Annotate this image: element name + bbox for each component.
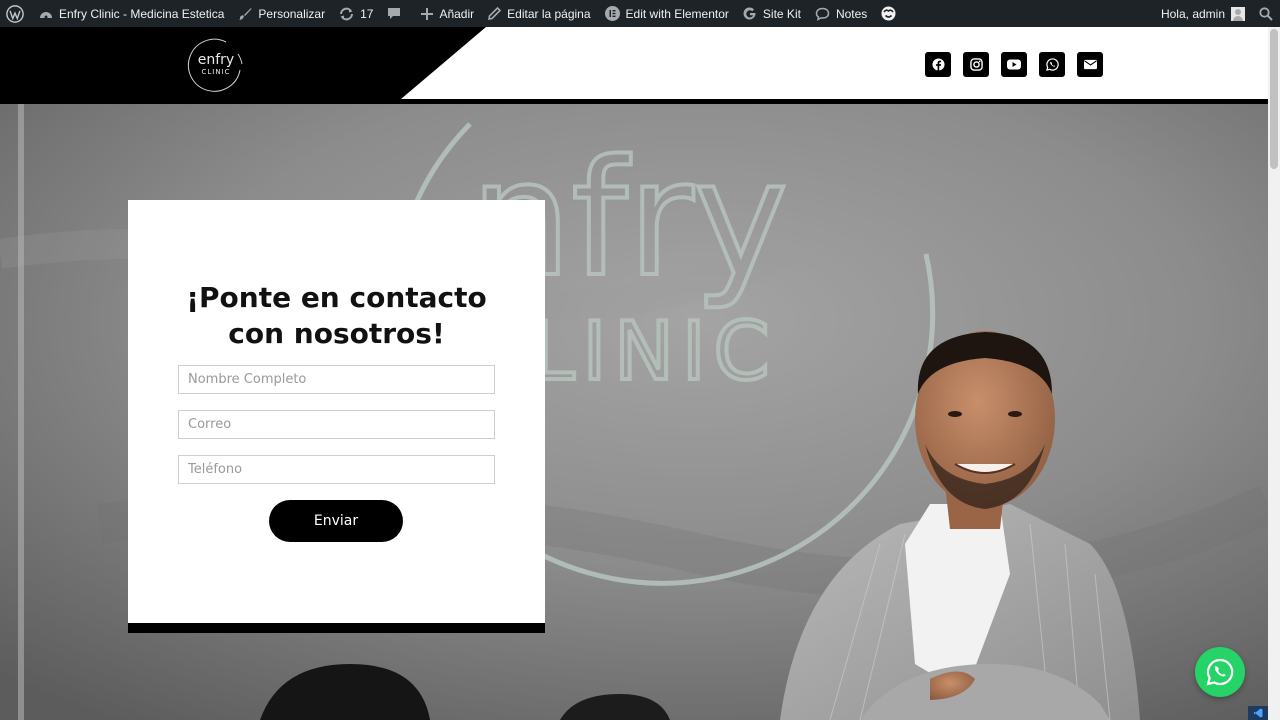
- submit-button[interactable]: Enviar: [269, 500, 403, 542]
- pencil-icon: [488, 7, 502, 20]
- logo-text-top: enfry: [198, 52, 234, 68]
- adminbar-notes-label: Notes: [835, 6, 868, 21]
- scrollbar-thumb[interactable]: [1270, 29, 1278, 169]
- adminbar-site-kit-label: Site Kit: [762, 6, 801, 21]
- adminbar-search[interactable]: [1252, 0, 1280, 27]
- adminbar-site-name-label: Enfry Clinic - Medicina Estetica: [59, 6, 225, 21]
- wordpress-logo-icon[interactable]: [0, 0, 32, 27]
- adminbar-updates[interactable]: 17: [332, 0, 380, 27]
- paintbrush-icon: [238, 7, 252, 21]
- youtube-icon[interactable]: [1001, 52, 1027, 77]
- google-g-icon: [743, 6, 757, 21]
- envelope-icon[interactable]: [1077, 52, 1103, 77]
- adminbar-extra[interactable]: [874, 0, 909, 27]
- code-icon: [1254, 708, 1263, 718]
- adminbar-updates-count: 17: [360, 6, 374, 21]
- adminbar-account[interactable]: Hola, admin: [1154, 0, 1252, 27]
- whatsapp-float-icon: [1206, 658, 1234, 686]
- contact-form-title: ¡Ponte en contacto con nosotros!: [128, 280, 545, 352]
- whatsapp-chat-button[interactable]: [1195, 647, 1245, 697]
- contact-form-card: ¡Ponte en contacto con nosotros! Enviar: [128, 200, 545, 633]
- site-header: enfry CLINIC: [0, 27, 1268, 104]
- wp-admin-bar: Enfry Clinic - Medicina Estetica Persona…: [0, 0, 1280, 27]
- logo-text-bottom: CLINIC: [201, 68, 230, 76]
- adminbar-greeting: Hola, admin: [1160, 6, 1225, 21]
- adminbar-add-new-label: Añadir: [439, 6, 475, 21]
- adminbar-add-new[interactable]: Añadir: [414, 0, 481, 27]
- adminbar-edit-page-label: Editar la página: [507, 6, 591, 21]
- wall-text-bottom: LINIC: [530, 305, 777, 398]
- adminbar-customize-label: Personalizar: [258, 6, 326, 21]
- search-icon: [1259, 6, 1273, 21]
- dashboard-icon: [39, 8, 53, 20]
- page-scrollbar[interactable]: [1268, 27, 1280, 720]
- adminbar-comments[interactable]: [380, 0, 414, 27]
- speech-bubble-icon: [815, 7, 830, 21]
- corner-badge[interactable]: [1248, 706, 1268, 720]
- adminbar-site-kit[interactable]: Site Kit: [736, 0, 808, 27]
- adminbar-customize[interactable]: Personalizar: [231, 0, 332, 27]
- adminbar-elementor[interactable]: Edit with Elementor: [598, 0, 736, 27]
- social-icons: [925, 52, 1103, 77]
- plus-icon: [421, 7, 434, 20]
- adminbar-site-name[interactable]: Enfry Clinic - Medicina Estetica: [32, 0, 231, 27]
- full-name-field[interactable]: [178, 365, 495, 394]
- instagram-icon[interactable]: [963, 52, 989, 77]
- adminbar-edit-page[interactable]: Editar la página: [481, 0, 597, 27]
- elementor-icon: [604, 6, 620, 21]
- facebook-icon[interactable]: [925, 52, 951, 77]
- comment-icon: [387, 7, 401, 20]
- whatsapp-icon[interactable]: [1039, 52, 1065, 77]
- site-logo[interactable]: enfry CLINIC: [186, 34, 246, 94]
- plugin-smiley-icon: [881, 6, 896, 21]
- email-field[interactable]: [178, 410, 495, 439]
- adminbar-elementor-label: Edit with Elementor: [625, 6, 729, 21]
- contact-title-line-1: ¡Ponte en contacto: [186, 281, 487, 314]
- updates-icon: [339, 7, 354, 21]
- phone-field[interactable]: [178, 455, 495, 484]
- avatar: [1231, 6, 1245, 21]
- contact-title-line-2: con nosotros!: [228, 317, 445, 350]
- adminbar-notes[interactable]: Notes: [808, 0, 874, 27]
